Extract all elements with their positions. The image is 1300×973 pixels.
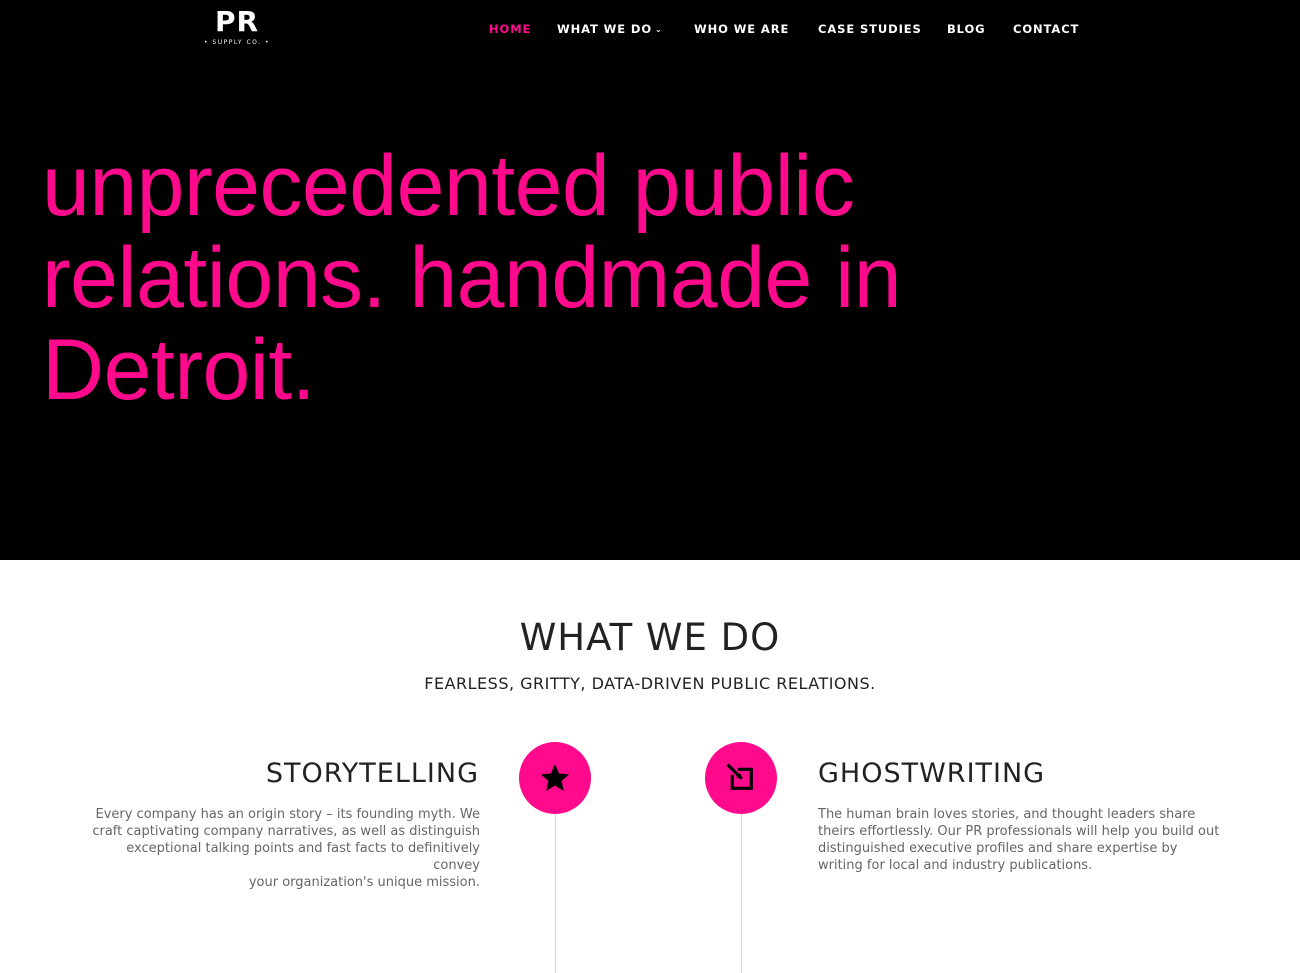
feature-title-ghostwriting: GHOSTWRITING — [818, 758, 1046, 789]
feature-text-line: exceptional talking points and fast fact… — [126, 841, 480, 873]
nav-item-case-studies[interactable]: CASE STUDIES — [818, 20, 922, 38]
ghostwriting-icon-circle — [705, 742, 777, 814]
feature-title-storytelling: STORYTELLING — [265, 758, 479, 789]
feature-text-ghostwriting: The human brain loves stories, and thoug… — [818, 806, 1220, 874]
timeline-divider — [741, 812, 742, 973]
nav-item-contact[interactable]: CONTACT — [1013, 20, 1079, 38]
nav-item-label: WHAT WE DO — [557, 22, 653, 36]
nav-item-what-we-do[interactable]: WHAT WE DO ⌄ — [557, 20, 663, 39]
nav-item-label: CASE STUDIES — [818, 22, 922, 36]
nav-item-home[interactable]: HOME — [489, 20, 531, 38]
feature-text-line: Every company has an origin story – its … — [95, 807, 480, 822]
feature-text-line: craft captivating company narratives, as… — [92, 824, 480, 839]
feature-text-line: The human brain loves stories, and thoug… — [818, 807, 1196, 822]
hero-headline-line: Detroit. — [42, 322, 316, 418]
edit-icon — [726, 763, 753, 790]
nav-item-who-we-are[interactable]: WHO WE ARE — [694, 20, 789, 38]
nav-item-label: CONTACT — [1013, 22, 1080, 36]
feature-text-line: your organization's unique mission. — [248, 875, 480, 890]
hero-headline-line: unprecedented public — [42, 138, 855, 234]
feature-text-storytelling: Every company has an origin story – its … — [78, 806, 480, 891]
logo-subtitle: • SUPPLY CO. • — [203, 39, 271, 46]
nav-item-label: HOME — [489, 22, 532, 36]
timeline-divider — [555, 812, 556, 973]
hero-section: PR • SUPPLY CO. • HOME WHAT WE DO ⌄ WHO W… — [0, 0, 1300, 560]
section-title: WHAT WE DO — [519, 616, 781, 659]
star-icon — [540, 764, 570, 791]
nav-item-blog[interactable]: BLOG — [947, 20, 986, 38]
section-subtitle: FEARLESS, GRITTY, DATA-DRIVEN PUBLIC REL… — [424, 674, 876, 693]
logo[interactable]: PR • SUPPLY CO. • — [203, 6, 271, 50]
hero-headline: unprecedented public relations. handmade… — [42, 140, 1042, 416]
storytelling-icon-circle — [519, 742, 591, 814]
hero-headline-line: relations. handmade in — [42, 230, 902, 326]
nav-item-label: BLOG — [947, 22, 986, 36]
logo-mark: PR — [214, 5, 260, 38]
feature-text-line: writing for local and industry publicati… — [818, 858, 1093, 873]
nav-item-label: WHO WE ARE — [694, 22, 790, 36]
feature-text-line: theirs effortlessly. Our PR professional… — [818, 824, 1220, 839]
chevron-down-icon: ⌄ — [655, 25, 663, 34]
feature-text-line: distinguished executive profiles and sha… — [818, 841, 1178, 856]
